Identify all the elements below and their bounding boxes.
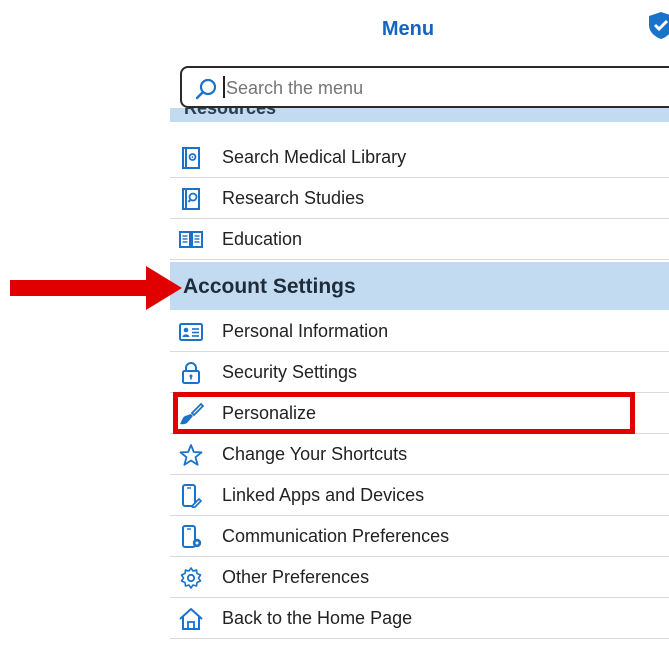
menu-item-label: Change Your Shortcuts <box>222 444 408 464</box>
menu-item-search-medical-library[interactable]: Search Medical Library <box>170 138 669 178</box>
lock-icon <box>182 362 200 384</box>
menu-item-label: Linked Apps and Devices <box>222 485 425 505</box>
menu-item-label: Search Medical Library <box>222 147 407 167</box>
menu-item-personal-information[interactable]: Personal Information <box>170 312 669 352</box>
menu-item-label: Other Preferences <box>222 567 370 587</box>
section-label-account-settings: Account Settings <box>183 275 356 298</box>
menu-item-back-to-home-page[interactable]: Back to the Home Page <box>170 599 669 639</box>
open-book-icon <box>179 231 203 248</box>
red-arrow-annotation <box>10 266 182 310</box>
phone-gear-icon <box>182 525 202 548</box>
section-label-resources: Resources <box>184 108 277 118</box>
red-highlight-box <box>173 392 635 434</box>
menu-item-security-settings[interactable]: Security Settings <box>170 353 669 393</box>
menu-item-label: Research Studies <box>222 188 365 208</box>
menu-item-linked-apps-and-devices[interactable]: Linked Apps and Devices <box>170 476 669 516</box>
menu-title: Menu <box>381 18 435 40</box>
gear-icon <box>180 567 202 589</box>
section-header-resources: Resources <box>170 108 669 122</box>
menu-item-communication-preferences[interactable]: Communication Preferences <box>170 517 669 557</box>
home-icon <box>179 608 203 630</box>
research-book-icon <box>182 188 200 210</box>
shield-check-icon[interactable] <box>646 10 669 40</box>
menu-item-education[interactable]: Education <box>170 220 669 260</box>
search-input[interactable] <box>224 74 668 102</box>
menu-item-other-preferences[interactable]: Other Preferences <box>170 558 669 598</box>
phone-link-icon <box>182 484 203 508</box>
menu-item-label: Communication Preferences <box>222 526 450 546</box>
star-icon <box>179 444 203 466</box>
menu-item-change-your-shortcuts[interactable]: Change Your Shortcuts <box>170 435 669 475</box>
id-card-icon <box>179 323 203 341</box>
search-icon <box>195 78 217 100</box>
menu-item-label: Education <box>222 229 303 249</box>
menu-item-label: Back to the Home Page <box>222 608 413 628</box>
section-header-account-settings: Account Settings <box>170 262 669 310</box>
menu-item-label: Security Settings <box>222 362 358 382</box>
library-book-icon <box>182 147 200 169</box>
menu-item-label: Personal Information <box>222 321 389 341</box>
menu-item-research-studies[interactable]: Research Studies <box>170 179 669 219</box>
search-box[interactable] <box>180 66 669 108</box>
